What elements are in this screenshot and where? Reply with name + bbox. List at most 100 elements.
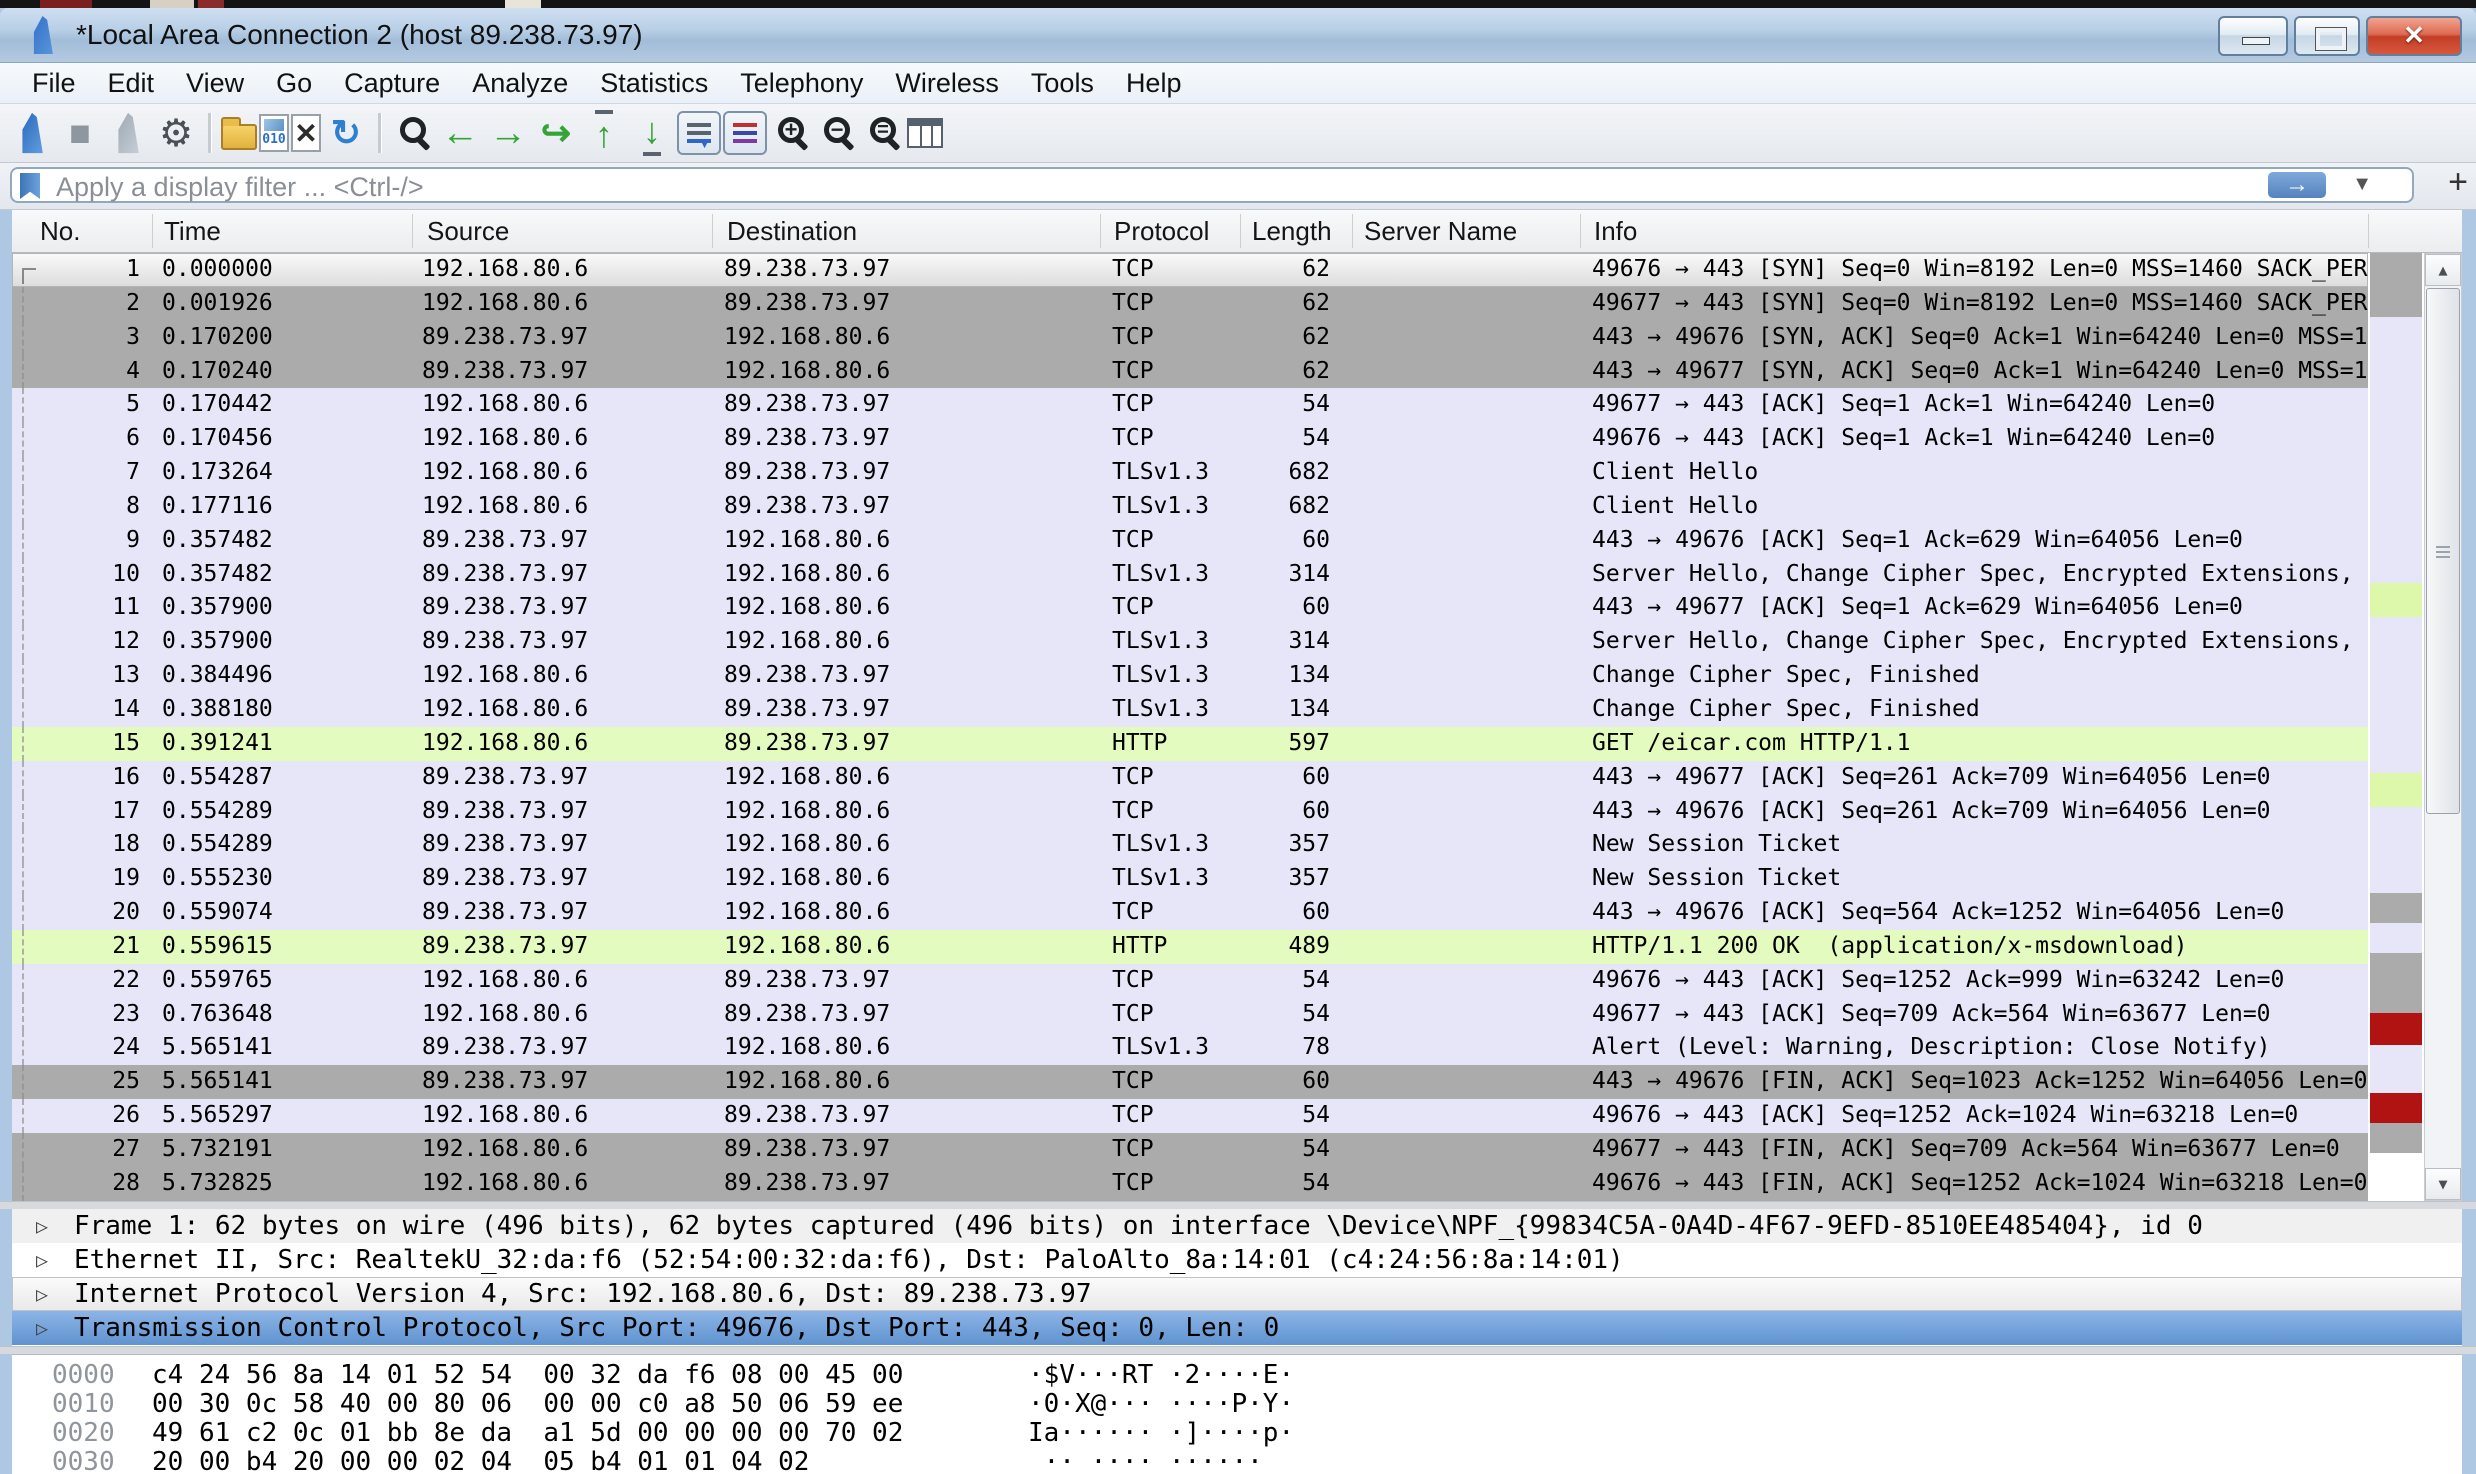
maximize-button[interactable] [2294,16,2360,56]
open-file-icon[interactable] [221,124,257,150]
column-separator[interactable] [1352,214,1353,248]
add-filter-button[interactable]: + [2448,163,2468,202]
menu-item-view[interactable]: View [170,64,260,102]
packet-row-9[interactable]: 90.35748289.238.73.97192.168.80.6TCP6044… [12,524,2368,558]
packet-row-1[interactable]: 10.000000192.168.80.689.238.73.97TCP6249… [12,253,2368,287]
go-to-packet-icon[interactable] [533,110,579,156]
close-button[interactable] [2366,16,2462,56]
column-separator[interactable] [1580,214,1581,248]
start-capture-icon[interactable] [17,112,47,154]
detail-line-4[interactable]: ▷Transmission Control Protocol, Src Port… [12,1311,2462,1345]
packet-row-23[interactable]: 230.763648192.168.80.689.238.73.97TCP544… [12,998,2368,1032]
packet-row-13[interactable]: 130.384496192.168.80.689.238.73.97TLSv1.… [12,659,2368,693]
detail-line-1[interactable]: ▷Frame 1: 62 bytes on wire (496 bits), 6… [12,1209,2462,1243]
packet-row-25[interactable]: 255.56514189.238.73.97192.168.80.6TCP604… [12,1065,2368,1099]
packet-row-27[interactable]: 275.732191192.168.80.689.238.73.97TCP544… [12,1133,2368,1167]
scroll-down-icon[interactable]: ▼ [2425,1168,2461,1200]
zoom-reset-icon[interactable] [870,117,896,143]
column-header-time[interactable]: Time [164,216,221,247]
menu-item-go[interactable]: Go [260,64,328,102]
column-separator[interactable] [2368,214,2369,248]
close-file-icon[interactable] [291,114,321,152]
detail-line-2[interactable]: ▷Ethernet II, Src: RealtekU_32:da:f6 (52… [12,1243,2462,1277]
intelligent-scrollbar-minimap[interactable] [2370,253,2422,1201]
column-separator[interactable] [412,214,413,248]
column-separator[interactable] [1240,214,1241,248]
go-to-top-icon[interactable] [581,110,627,156]
menu-item-telephony[interactable]: Telephony [724,64,879,102]
menu-item-edit[interactable]: Edit [92,64,171,102]
packet-row-14[interactable]: 140.388180192.168.80.689.238.73.97TLSv1.… [12,693,2368,727]
zoom-out-icon[interactable] [824,117,850,143]
packet-row-21[interactable]: 210.55961589.238.73.97192.168.80.6HTTP48… [12,930,2368,964]
stop-capture-icon[interactable] [57,110,103,156]
find-packet-icon[interactable] [400,117,426,143]
packet-row-26[interactable]: 265.565297192.168.80.689.238.73.97TCP544… [12,1099,2368,1133]
expand-arrow-icon[interactable]: ▷ [36,1277,48,1311]
packet-row-7[interactable]: 70.173264192.168.80.689.238.73.97TLSv1.3… [12,456,2368,490]
detail-line-3[interactable]: ▷Internet Protocol Version 4, Src: 192.1… [12,1277,2462,1311]
packet-row-19[interactable]: 190.55523089.238.73.97192.168.80.6TLSv1.… [12,862,2368,896]
column-header-no[interactable]: No. [40,216,80,247]
menu-item-file[interactable]: File [16,64,92,102]
expand-arrow-icon[interactable]: ▷ [36,1209,48,1243]
reload-file-icon[interactable] [323,110,369,156]
column-separator[interactable] [152,214,153,248]
pane-splitter[interactable] [0,1201,2476,1209]
packet-row-28[interactable]: 285.732825192.168.80.689.238.73.97TCP544… [12,1167,2368,1201]
column-header-destination[interactable]: Destination [727,216,857,247]
packet-row-10[interactable]: 100.35748289.238.73.97192.168.80.6TLSv1.… [12,558,2368,592]
packet-row-20[interactable]: 200.55907489.238.73.97192.168.80.6TCP604… [12,896,2368,930]
pane-splitter[interactable] [0,1346,2476,1354]
display-filter-input[interactable]: Apply a display filter ... <Ctrl-/> ▼ [10,167,2414,203]
packet-row-2[interactable]: 20.001926192.168.80.689.238.73.97TCP6249… [12,287,2368,321]
minimize-button[interactable] [2218,16,2288,56]
packet-row-3[interactable]: 30.17020089.238.73.97192.168.80.6TCP6244… [12,321,2368,355]
scrollbar-thumb[interactable] [2426,288,2460,814]
packet-row-15[interactable]: 150.391241192.168.80.689.238.73.97HTTP59… [12,727,2368,761]
filter-bookmark-icon[interactable] [20,173,40,199]
hex-line-0020[interactable]: 002049 61 c2 0c 01 bb 8e da a1 5d 00 00 … [12,1419,2462,1448]
go-forward-icon[interactable] [485,110,531,156]
go-to-bottom-icon[interactable] [629,110,675,156]
column-header-info[interactable]: Info [1594,216,1637,247]
hex-line-0000[interactable]: 0000c4 24 56 8a 14 01 52 54 00 32 da f6 … [12,1361,2462,1390]
packet-row-17[interactable]: 170.55428989.238.73.97192.168.80.6TCP604… [12,795,2368,829]
packet-row-11[interactable]: 110.35790089.238.73.97192.168.80.6TCP604… [12,591,2368,625]
packet-row-4[interactable]: 40.17024089.238.73.97192.168.80.6TCP6244… [12,355,2368,389]
menu-item-wireless[interactable]: Wireless [879,64,1015,102]
hex-line-0030[interactable]: 003020 00 b4 20 00 00 02 04 05 b4 01 01 … [12,1448,2462,1474]
packet-row-12[interactable]: 120.35790089.238.73.97192.168.80.6TLSv1.… [12,625,2368,659]
filter-dropdown-icon[interactable]: ▼ [2352,173,2372,196]
expand-arrow-icon[interactable]: ▷ [36,1243,48,1277]
zoom-in-icon[interactable] [778,117,804,143]
packet-row-6[interactable]: 60.170456192.168.80.689.238.73.97TCP5449… [12,422,2368,456]
menu-item-capture[interactable]: Capture [328,64,456,102]
hex-line-0010[interactable]: 001000 30 0c 58 40 00 80 06 00 00 c0 a8 … [12,1390,2462,1419]
column-separator[interactable] [712,214,713,248]
packet-row-18[interactable]: 180.55428989.238.73.97192.168.80.6TLSv1.… [12,828,2368,862]
capture-options-icon[interactable] [153,110,199,156]
menu-item-help[interactable]: Help [1110,64,1198,102]
auto-scroll-icon[interactable] [677,111,721,155]
restart-capture-icon[interactable] [113,112,143,154]
packet-row-16[interactable]: 160.55428789.238.73.97192.168.80.6TCP604… [12,761,2368,795]
save-file-icon[interactable] [259,114,289,152]
column-separator[interactable] [1100,214,1101,248]
colorize-icon[interactable] [723,111,767,155]
go-back-icon[interactable] [437,110,483,156]
expand-arrow-icon[interactable]: ▷ [36,1311,48,1345]
apply-filter-button[interactable] [2268,172,2326,198]
column-header-server-name[interactable]: Server Name [1364,216,1517,247]
menu-item-statistics[interactable]: Statistics [584,64,724,102]
title-bar[interactable]: *Local Area Connection 2 (host 89.238.73… [0,8,2476,63]
menu-item-analyze[interactable]: Analyze [456,64,584,102]
packet-row-24[interactable]: 245.56514189.238.73.97192.168.80.6TLSv1.… [12,1031,2368,1065]
column-header-source[interactable]: Source [427,216,509,247]
column-header-length[interactable]: Length [1252,216,1332,247]
column-header-protocol[interactable]: Protocol [1114,216,1209,247]
scroll-up-icon[interactable]: ▲ [2425,254,2461,286]
resize-columns-icon[interactable] [907,118,943,148]
packet-row-22[interactable]: 220.559765192.168.80.689.238.73.97TCP544… [12,964,2368,998]
packet-list-scrollbar[interactable]: ▲ ▼ [2424,253,2462,1201]
